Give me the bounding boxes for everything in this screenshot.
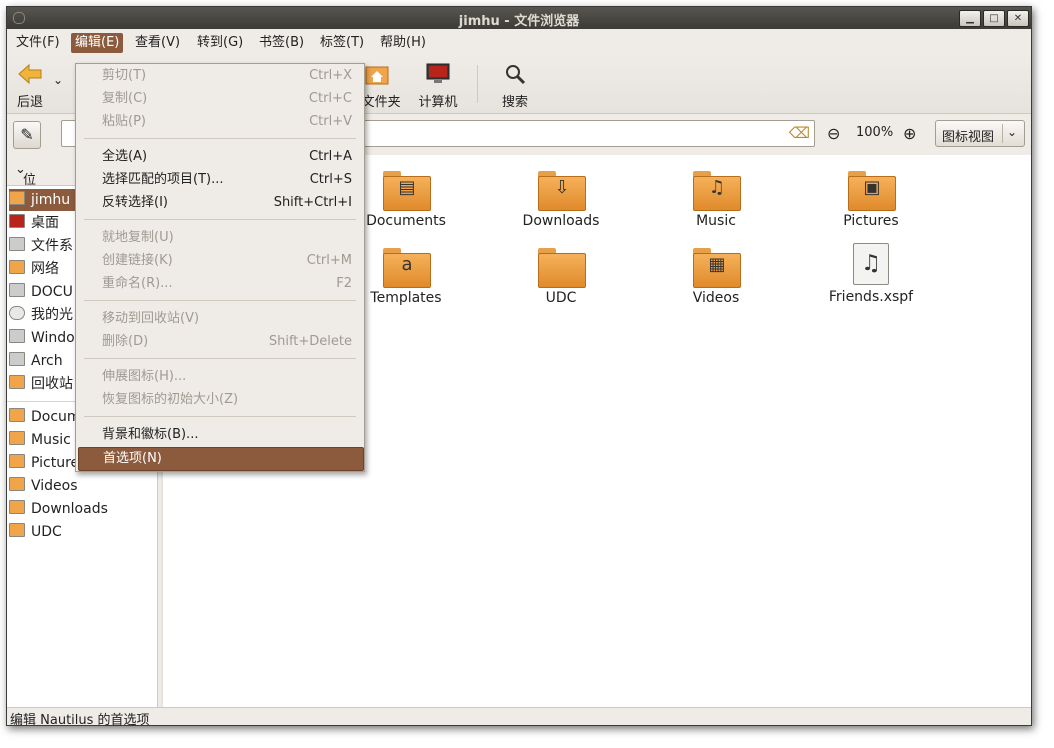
menu-item-make-link[interactable]: 创建链接(K) Ctrl+M: [78, 250, 362, 272]
file-item-udc[interactable]: UDC: [501, 248, 621, 306]
zoom-in-icon[interactable]: ⊕: [903, 124, 916, 143]
file-label: UDC: [545, 290, 577, 306]
sidebar-item-udc[interactable]: UDC: [9, 521, 155, 543]
computer-label: 计算机: [418, 95, 458, 110]
file-item-music[interactable]: ♫ Music: [656, 171, 776, 229]
menu-separator: [84, 358, 356, 359]
audio-playlist-icon: ♫: [853, 243, 889, 285]
folder-icon: [538, 248, 586, 288]
search-icon: [499, 63, 531, 89]
menu-view[interactable]: 查看(V): [131, 33, 184, 53]
computer-icon: [417, 63, 459, 89]
menu-edit[interactable]: 编辑(E): [71, 33, 124, 53]
view-mode-label: 图标视图: [942, 130, 995, 145]
trash-icon: [9, 375, 25, 389]
search-label: 搜索: [501, 95, 528, 110]
left-arrow-icon: [13, 63, 47, 89]
videos-folder-icon: [9, 477, 25, 491]
file-browser-window: jimhu - 文件浏览器 ▁ □ ✕ 文件(F) 编辑(E) 查看(V) 转到…: [6, 6, 1032, 726]
documents-folder-icon: ▤: [383, 171, 431, 211]
file-label: Downloads: [522, 213, 600, 229]
menu-item-invert-selection[interactable]: 反转选择(I) Shift+Ctrl+I: [78, 192, 362, 214]
downloads-folder-icon: [9, 500, 25, 514]
file-label: Pictures: [843, 213, 899, 229]
sidebar-item-videos[interactable]: Videos: [9, 475, 155, 497]
menu-help[interactable]: 帮助(H): [376, 33, 430, 53]
menu-tabs[interactable]: 标签(T): [316, 33, 368, 53]
view-mode-select[interactable]: 图标视图 ⌄: [935, 120, 1025, 147]
zoom-out-icon[interactable]: ⊖: [827, 124, 840, 143]
file-item-downloads[interactable]: ⇩ Downloads: [501, 171, 621, 229]
zoom-level: 100%: [856, 125, 894, 140]
sidebar-header-label: 位置 ⌄: [15, 162, 37, 207]
menu-item-select-pattern[interactable]: 选择匹配的项目(T)... Ctrl+S: [78, 169, 362, 191]
file-item-friends-xspf[interactable]: ♫ Friends.xspf: [811, 243, 931, 305]
drive-icon: [9, 283, 25, 297]
sidebar-item-downloads[interactable]: Downloads: [9, 498, 155, 520]
folder-icon: [9, 523, 25, 537]
menu-item-move-to-trash[interactable]: 移动到回收站(V): [78, 308, 362, 330]
menu-item-preferences[interactable]: 首选项(N): [78, 447, 364, 471]
menu-item-paste[interactable]: 粘贴(P) Ctrl+V: [78, 111, 362, 133]
menu-separator: [84, 300, 356, 301]
menu-item-restore-icon-size[interactable]: 恢复图标的初始大小(Z): [78, 389, 362, 411]
menu-item-delete[interactable]: 删除(D) Shift+Delete: [78, 331, 362, 353]
computer-button[interactable]: 计算机: [417, 63, 459, 110]
documents-folder-icon: [9, 408, 25, 422]
clear-icon[interactable]: ⌫: [789, 124, 810, 142]
menu-separator: [84, 138, 356, 139]
menu-go[interactable]: 转到(G): [193, 33, 247, 53]
drive-icon: [9, 329, 25, 343]
cdrom-icon: [9, 306, 25, 320]
menu-item-select-all[interactable]: 全选(A) Ctrl+A: [78, 146, 362, 168]
drive-icon: [9, 352, 25, 366]
minimize-button[interactable]: ▁: [959, 10, 981, 27]
status-text: 编辑 Nautilus 的首选项: [10, 713, 150, 726]
menu-item-rename[interactable]: 重命名(R)... F2: [78, 273, 362, 295]
close-button[interactable]: ✕: [1007, 10, 1029, 27]
menu-separator: [84, 416, 356, 417]
status-bar: 编辑 Nautilus 的首选项: [7, 707, 1031, 726]
edit-menu-dropdown: 剪切(T) Ctrl+X 复制(C) Ctrl+C 粘贴(P) Ctrl+V 全选(A…: [75, 63, 365, 472]
file-label: Templates: [370, 290, 442, 306]
file-label: Documents: [366, 213, 446, 229]
chevron-down-icon: ⌄: [53, 73, 64, 87]
music-folder-icon: [9, 431, 25, 445]
maximize-button[interactable]: □: [983, 10, 1005, 27]
view-mode-separator: [1002, 124, 1003, 143]
menu-item-stretch-icon[interactable]: 伸展图标(H)...: [78, 366, 362, 388]
templates-folder-icon: a: [383, 248, 431, 288]
pencil-icon[interactable]: ✎: [13, 121, 41, 149]
file-item-videos[interactable]: ▦ Videos: [656, 248, 776, 306]
menu-separator: [84, 219, 356, 220]
menu-file[interactable]: 文件(F): [12, 33, 64, 53]
menu-bar: 文件(F) 编辑(E) 查看(V) 转到(G) 书签(B) 标签(T) 帮助(H…: [7, 29, 1031, 55]
back-history-dropdown[interactable]: ⌄: [53, 73, 63, 87]
chevron-down-icon: ⌄: [1007, 125, 1018, 139]
file-item-pictures[interactable]: ▣ Pictures: [811, 171, 931, 229]
file-label: Music: [696, 213, 736, 229]
drive-icon: [9, 237, 25, 251]
downloads-folder-icon: ⇩: [538, 171, 586, 211]
desktop-icon: [9, 214, 25, 228]
toolbar-separator: [477, 65, 478, 103]
pictures-folder-icon: [9, 454, 25, 468]
menu-item-cut[interactable]: 剪切(T) Ctrl+X: [78, 65, 362, 87]
home-folder-icon: [9, 191, 25, 205]
videos-folder-icon: ▦: [693, 248, 741, 288]
search-button[interactable]: 搜索: [499, 63, 531, 110]
menu-item-duplicate[interactable]: 就地复制(U): [78, 227, 362, 249]
menu-bookmarks[interactable]: 书签(B): [255, 33, 308, 53]
network-icon: [9, 260, 25, 274]
file-label: Videos: [692, 290, 740, 306]
music-folder-icon: ♫: [693, 171, 741, 211]
window-title: jimhu - 文件浏览器: [458, 14, 580, 29]
pictures-folder-icon: ▣: [848, 171, 896, 211]
back-label: 后退: [16, 95, 43, 110]
file-label: Friends.xspf: [828, 289, 914, 305]
back-button[interactable]: 后退: [13, 63, 47, 110]
menu-item-backgrounds-emblems[interactable]: 背景和徽标(B)...: [78, 424, 362, 446]
menu-item-copy[interactable]: 复制(C) Ctrl+C: [78, 88, 362, 110]
title-bar[interactable]: jimhu - 文件浏览器 ▁ □ ✕: [7, 7, 1031, 29]
